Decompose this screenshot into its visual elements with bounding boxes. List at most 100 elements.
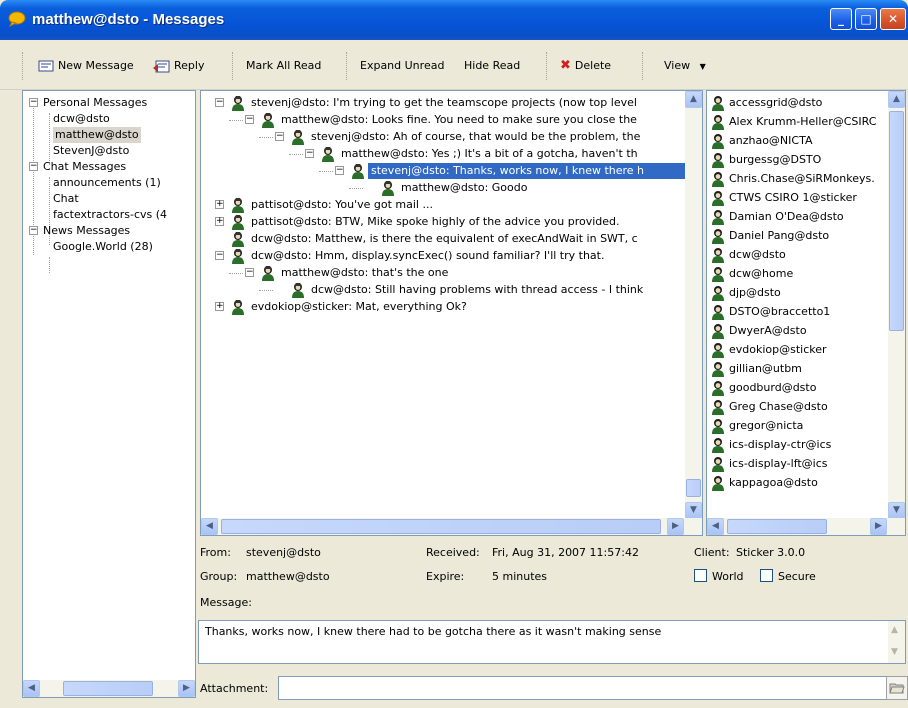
folder-stevenj[interactable]: StevenJ@dsto <box>53 143 129 159</box>
contact-item[interactable]: dcw@home <box>709 266 887 282</box>
thread-row[interactable]: matthew@dsto: Goodo <box>201 180 685 196</box>
scroll-down-icon[interactable]: ▼ <box>888 502 905 519</box>
thread-row[interactable]: dcw@dsto: Still having problems with thr… <box>201 282 685 298</box>
contact-item[interactable]: kappagoa@dsto <box>709 475 887 491</box>
folder-google-world[interactable]: Google.World (28) <box>53 239 153 255</box>
contact-item[interactable]: djp@dsto <box>709 285 887 301</box>
secure-checkbox[interactable] <box>760 569 773 582</box>
folder-factextractors[interactable]: factextractors-cvs (4 <box>53 207 167 223</box>
scroll-down-icon[interactable]: ▼ <box>685 502 702 519</box>
scroll-left-icon[interactable]: ◀ <box>23 680 40 697</box>
thread-row[interactable]: − matthew@dsto: Looks fine. You need to m… <box>201 112 685 128</box>
folder-dcw[interactable]: dcw@dsto <box>53 111 110 127</box>
contact-item[interactable]: Chris.Chase@SiRMonkeys. <box>709 171 887 187</box>
scroll-left-icon[interactable]: ◀ <box>707 518 724 535</box>
folder-announcements[interactable]: announcements (1) <box>53 175 161 191</box>
collapse-icon[interactable]: − <box>275 132 284 141</box>
collapse-icon[interactable]: − <box>305 149 314 158</box>
folder-matthew[interactable]: matthew@dsto <box>53 127 141 143</box>
contact-item[interactable]: burgessg@DSTO <box>709 152 887 168</box>
contact-item[interactable]: gillian@utbm <box>709 361 887 377</box>
collapse-icon[interactable]: − <box>215 98 224 107</box>
thread-row[interactable]: + evdokiop@sticker: Mat, everything Ok? <box>201 299 685 315</box>
collapse-icon[interactable]: − <box>29 226 38 235</box>
thread-row[interactable]: + pattisot@dsto: You've got mail ... <box>201 197 685 213</box>
view-menu-button[interactable]: View ▼ <box>664 56 706 76</box>
thread-row[interactable]: − matthew@dsto: that's the one <box>201 265 685 281</box>
contact-name: accessgrid@dsto <box>729 96 823 109</box>
contact-item[interactable]: goodburd@dsto <box>709 380 887 396</box>
scroll-up-icon[interactable]: ▲ <box>685 91 702 108</box>
contact-item[interactable]: ics-display-ctr@ics <box>709 437 887 453</box>
new-message-button[interactable]: New Message <box>38 56 134 76</box>
contact-item[interactable]: DwyerA@dsto <box>709 323 887 339</box>
contact-vertical-scrollbar[interactable]: ▲ ▼ <box>888 91 905 519</box>
thread-row[interactable]: − stevenj@dsto: Thanks, works now, I knew… <box>201 163 685 179</box>
scroll-thumb[interactable] <box>686 479 701 497</box>
title-bar[interactable]: matthew@dsto - Messages _ □ ✕ <box>0 0 908 40</box>
contact-item[interactable]: CTWS CSIRO 1@sticker <box>709 190 887 206</box>
contact-item[interactable]: Daniel Pang@dsto <box>709 228 887 244</box>
scroll-thumb[interactable] <box>221 519 661 534</box>
expand-icon[interactable]: + <box>215 217 224 226</box>
contact-item[interactable]: Alex Krumm-Heller@CSIRC <box>709 114 887 130</box>
contact-horizontal-scrollbar[interactable]: ◀ ▶ <box>707 518 905 535</box>
scroll-right-icon[interactable]: ▶ <box>178 680 195 697</box>
contact-avatar-icon <box>711 437 725 453</box>
close-button[interactable]: ✕ <box>880 8 906 30</box>
scroll-up-icon[interactable]: ▲ <box>891 625 898 635</box>
mark-all-read-button[interactable]: Mark All Read <box>246 56 321 76</box>
from-label: From: <box>200 546 231 559</box>
scroll-right-icon[interactable]: ▶ <box>667 518 684 535</box>
contact-item[interactable]: Damian O'Dea@dsto <box>709 209 887 225</box>
thread-vertical-scrollbar[interactable]: ▲ ▼ <box>685 91 702 519</box>
contact-item[interactable]: anzhao@NICTA <box>709 133 887 149</box>
folder-tree[interactable]: − Personal Messages dcw@dsto matthew@dst… <box>22 90 196 698</box>
contact-item[interactable]: accessgrid@dsto <box>709 95 887 111</box>
contact-item[interactable]: dcw@dsto <box>709 247 887 263</box>
collapse-icon[interactable]: − <box>29 98 38 107</box>
contact-item[interactable]: ics-display-lft@ics <box>709 456 887 472</box>
scroll-up-icon[interactable]: ▲ <box>888 91 905 108</box>
thread-row[interactable]: − matthew@dsto: Yes ;) It's a bit of a go… <box>201 146 685 162</box>
folder-horizontal-scrollbar[interactable]: ◀ ▶ <box>23 680 195 697</box>
message-body[interactable]: Thanks, works now, I knew there had to b… <box>198 620 906 664</box>
thread-row[interactable]: − stevenj@dsto: Ah of course, that would … <box>201 129 685 145</box>
contact-item[interactable]: DSTO@braccetto1 <box>709 304 887 320</box>
collapse-icon[interactable]: − <box>215 251 224 260</box>
thread-row[interactable]: dcw@dsto: Matthew, is there the equivale… <box>201 231 685 247</box>
scroll-down-icon[interactable]: ▼ <box>891 647 898 657</box>
collapse-icon[interactable]: − <box>245 115 254 124</box>
scroll-thumb[interactable] <box>889 111 904 331</box>
tree-line <box>229 120 243 121</box>
collapse-icon[interactable]: − <box>335 166 344 175</box>
contact-item[interactable]: evdokiop@sticker <box>709 342 887 358</box>
collapse-icon[interactable]: − <box>29 162 38 171</box>
thread-row[interactable]: − stevenj@dsto: I'm trying to get the tea… <box>201 95 685 111</box>
expand-icon[interactable]: + <box>215 302 224 311</box>
collapse-icon[interactable]: − <box>245 268 254 277</box>
delete-button[interactable]: ✖ Delete <box>560 56 611 76</box>
hide-read-button[interactable]: Hide Read <box>464 56 520 76</box>
browse-attachment-button[interactable] <box>886 676 908 700</box>
folder-chat[interactable]: Chat <box>53 191 79 207</box>
message-thread-tree[interactable]: − stevenj@dsto: I'm trying to get the tea… <box>200 90 703 536</box>
minimize-button[interactable]: _ <box>830 8 852 30</box>
world-checkbox[interactable] <box>694 569 707 582</box>
contact-list[interactable]: accessgrid@dsto Alex Krumm-Heller@CSIRC an… <box>706 90 906 536</box>
maximize-button[interactable]: □ <box>855 8 877 30</box>
scroll-left-icon[interactable]: ◀ <box>201 518 218 535</box>
thread-horizontal-scrollbar[interactable]: ◀ ▶ <box>201 518 702 535</box>
message-scrollbar[interactable]: ▲ ▼ <box>888 621 905 663</box>
contact-item[interactable]: Greg Chase@dsto <box>709 399 887 415</box>
contact-item[interactable]: gregor@nicta <box>709 418 887 434</box>
scroll-thumb[interactable] <box>63 681 153 696</box>
scroll-thumb[interactable] <box>727 519 827 534</box>
expand-icon[interactable]: + <box>215 200 224 209</box>
expand-unread-button[interactable]: Expand Unread <box>360 56 444 76</box>
scroll-right-icon[interactable]: ▶ <box>870 518 887 535</box>
thread-row[interactable]: − dcw@dsto: Hmm, display.syncExec() sound… <box>201 248 685 264</box>
thread-row[interactable]: + pattisot@dsto: BTW, Mike spoke highly o… <box>201 214 685 230</box>
reply-button[interactable]: Reply <box>152 56 204 76</box>
attachment-field[interactable] <box>278 676 888 700</box>
